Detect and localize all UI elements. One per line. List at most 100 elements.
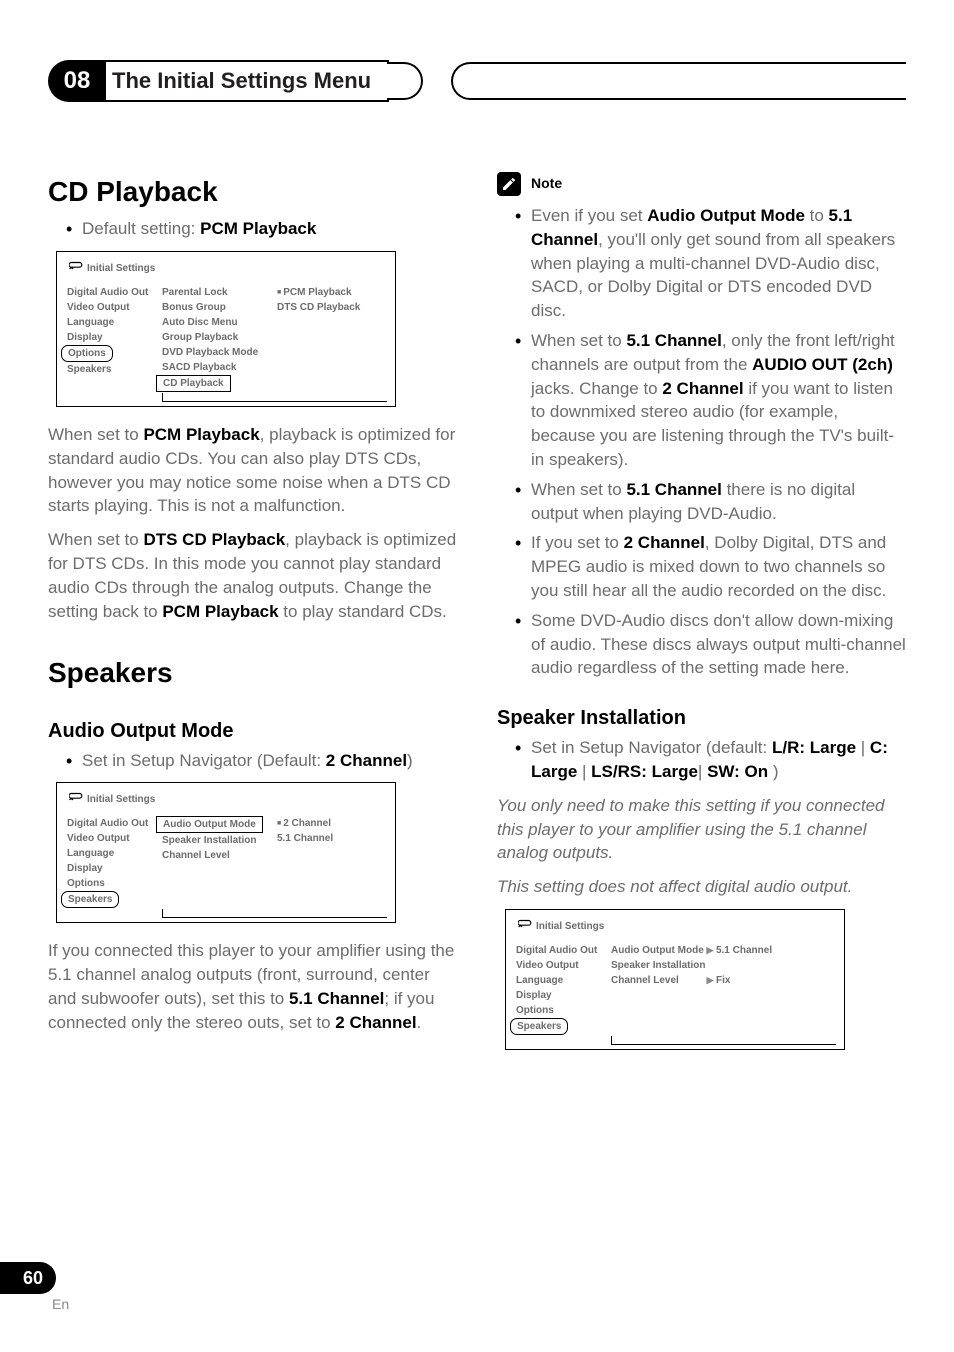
note-heading: Note bbox=[497, 172, 906, 196]
text: If you set to bbox=[531, 533, 624, 552]
text: | bbox=[577, 762, 591, 781]
osd1-col3: ■ PCM Playback DTS CD Playback bbox=[275, 285, 387, 392]
text-bold: L/R: Large bbox=[772, 738, 856, 757]
osd1-col2-item: Parental Lock bbox=[160, 285, 275, 300]
osd2-col2-item: Speaker Installation bbox=[160, 833, 275, 848]
text: to play standard CDs. bbox=[279, 602, 447, 621]
osd3-row-chlevel: Channel Level ▶ Fix bbox=[609, 973, 836, 988]
spkinst-default-bullet: Set in Setup Navigator (default: L/R: La… bbox=[515, 736, 906, 784]
osd3-row-aom: Audio Output Mode ▶ 5.1 Channel bbox=[609, 943, 836, 958]
chevron-right-icon: ▶ bbox=[707, 945, 716, 955]
osd3-row-value: 5.1 Channel bbox=[716, 945, 772, 956]
osd3-row-label: Audio Output Mode bbox=[611, 945, 704, 956]
osd-bracket bbox=[162, 909, 387, 918]
text: | bbox=[698, 762, 707, 781]
osd1-col2: Parental Lock Bonus Group Auto Disc Menu… bbox=[160, 285, 275, 392]
text: jacks. Change to bbox=[531, 379, 662, 398]
text-bold: 5.1 Channel bbox=[626, 331, 721, 350]
cd-default-value: PCM Playback bbox=[200, 219, 316, 238]
chapter-header: 08 The Initial Settings Menu bbox=[48, 60, 906, 102]
note-item-2: When set to 5.1 Channel, only the front … bbox=[515, 329, 906, 472]
osd1-col2-item: Bonus Group bbox=[160, 300, 275, 315]
osd3-col1: Digital Audio Out Video Output Language … bbox=[514, 943, 609, 1035]
osd2-col2-selected: Audio Output Mode bbox=[156, 816, 263, 833]
osd3-col1-item: Display bbox=[514, 988, 609, 1003]
osd2-col1-item: Language bbox=[65, 846, 160, 861]
osd1-col3-item: ■ PCM Playback bbox=[275, 285, 387, 300]
osd1-col2-item: SACD Playback bbox=[160, 360, 275, 375]
osd2-col1-item: Video Output bbox=[65, 831, 160, 846]
osd2-col3-label: 2 Channel bbox=[283, 818, 331, 829]
cd-paragraph-1: When set to PCM Playback, playback is op… bbox=[48, 423, 457, 518]
text-bold: 2 Channel bbox=[335, 1013, 416, 1032]
osd3-col1-item: Digital Audio Out bbox=[514, 943, 609, 958]
osd2-col2-item: Channel Level bbox=[160, 848, 275, 863]
spkinst-paragraph-1: You only need to make this setting if yo… bbox=[497, 794, 906, 865]
text-bold: 5.1 Channel bbox=[626, 480, 721, 499]
osd-menu-cd-playback: Initial Settings Digital Audio Out Video… bbox=[56, 251, 396, 407]
loop-icon bbox=[518, 918, 532, 935]
osd2-col1-item: Options bbox=[65, 876, 160, 891]
note-label: Note bbox=[531, 174, 562, 194]
cd-default-prefix: Default setting: bbox=[82, 219, 200, 238]
text: ) bbox=[768, 762, 778, 781]
note-item-5: Some DVD-Audio discs don't allow down-mi… bbox=[515, 609, 906, 680]
osd-title: Initial Settings bbox=[536, 919, 604, 934]
note-item-3: When set to 5.1 Channel there is no digi… bbox=[515, 478, 906, 526]
chapter-number-badge: 08 bbox=[48, 60, 106, 102]
osd3-col1-item: Options bbox=[514, 1003, 609, 1018]
text-bold: 2 Channel bbox=[662, 379, 743, 398]
text: to bbox=[805, 206, 829, 225]
osd2-col3: ■ 2 Channel 5.1 Channel bbox=[275, 816, 387, 908]
osd-menu-speaker-installation: Initial Settings Digital Audio Out Video… bbox=[505, 909, 845, 1050]
osd1-col1-selected: Options bbox=[61, 345, 113, 362]
text-bold: Audio Output Mode bbox=[647, 206, 805, 225]
osd2-col3-item: ■ 2 Channel bbox=[275, 816, 387, 831]
text: . bbox=[417, 1013, 422, 1032]
heading-cd-playback: CD Playback bbox=[48, 172, 457, 211]
page-footer: 60 En bbox=[48, 1262, 69, 1312]
osd1-col1-item: Display bbox=[65, 330, 160, 345]
osd3-row-spkinst: Speaker Installation bbox=[609, 958, 836, 973]
text: ) bbox=[407, 751, 413, 770]
left-column: CD Playback Default setting: PCM Playbac… bbox=[48, 142, 457, 1066]
right-column: Note Even if you set Audio Output Mode t… bbox=[497, 142, 906, 1066]
text-bold: PCM Playback bbox=[162, 602, 278, 621]
osd1-col2-item: Auto Disc Menu bbox=[160, 315, 275, 330]
osd1-col1-item: Digital Audio Out bbox=[65, 285, 160, 300]
text-bold: 2 Channel bbox=[326, 751, 407, 770]
text: When set to bbox=[531, 331, 626, 350]
loop-icon bbox=[69, 260, 83, 277]
osd3-col1-item: Language bbox=[514, 973, 609, 988]
text-bold: LS/RS: Large bbox=[591, 762, 698, 781]
spkinst-paragraph-2: This setting does not affect digital aud… bbox=[497, 875, 906, 899]
text-bold: 2 Channel bbox=[624, 533, 705, 552]
text: When set to bbox=[48, 425, 143, 444]
osd1-col1-item: Language bbox=[65, 315, 160, 330]
text: Even if you set bbox=[531, 206, 647, 225]
osd3-col2: Audio Output Mode ▶ 5.1 Channel Speaker … bbox=[609, 943, 836, 1035]
text: Set in Setup Navigator (Default: bbox=[82, 751, 326, 770]
osd-bracket bbox=[611, 1036, 836, 1045]
loop-icon bbox=[69, 791, 83, 808]
text-bold: DTS CD Playback bbox=[143, 530, 285, 549]
osd1-col1: Digital Audio Out Video Output Language … bbox=[65, 285, 160, 392]
heading-audio-output-mode: Audio Output Mode bbox=[48, 717, 457, 745]
osd2-col3-item: 5.1 Channel bbox=[275, 831, 387, 846]
text-bold: PCM Playback bbox=[143, 425, 259, 444]
osd-bracket bbox=[162, 393, 387, 402]
note-item-4: If you set to 2 Channel, Dolby Digital, … bbox=[515, 531, 906, 602]
osd-title: Initial Settings bbox=[87, 792, 155, 807]
osd2-col1-selected: Speakers bbox=[61, 891, 119, 908]
text: Set in Setup Navigator (default: bbox=[531, 738, 772, 757]
osd1-col2-selected: CD Playback bbox=[156, 375, 231, 392]
text: When set to bbox=[48, 530, 143, 549]
heading-speaker-installation: Speaker Installation bbox=[497, 704, 906, 732]
text-bold: SW: On bbox=[707, 762, 768, 781]
text-bold: 5.1 Channel bbox=[289, 989, 384, 1008]
osd-menu-audio-output-mode: Initial Settings Digital Audio Out Video… bbox=[56, 782, 396, 923]
text: When set to bbox=[531, 480, 626, 499]
osd3-col1-selected: Speakers bbox=[510, 1018, 568, 1035]
osd2-col1-item: Display bbox=[65, 861, 160, 876]
chevron-right-icon: ▶ bbox=[707, 975, 716, 985]
